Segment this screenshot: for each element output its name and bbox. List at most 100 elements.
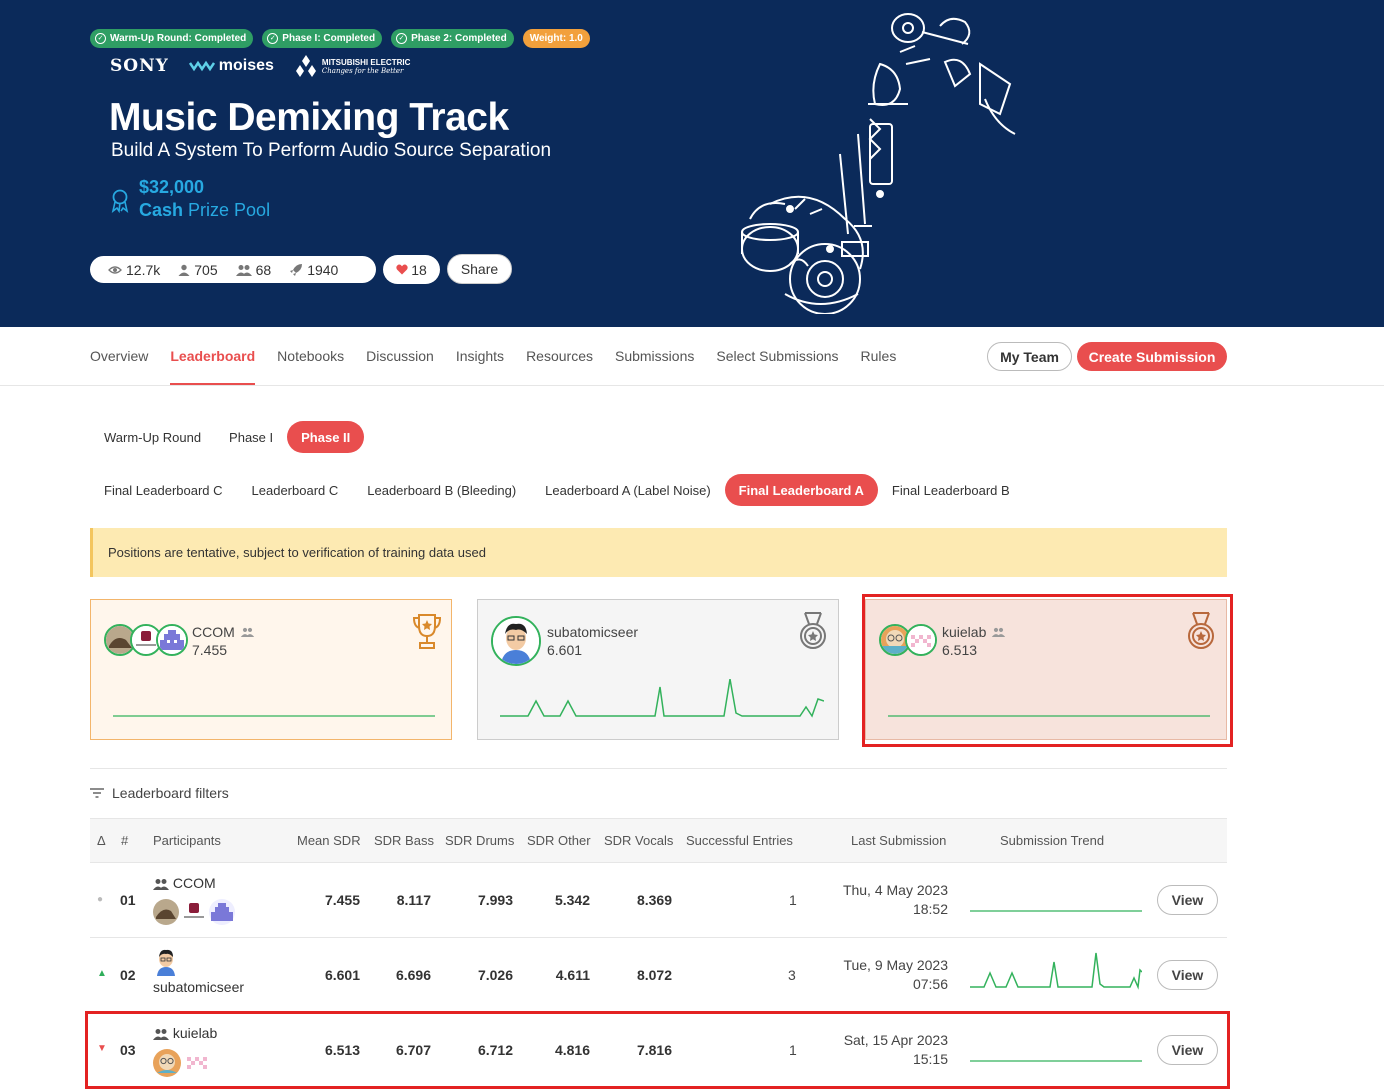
- avatar: [157, 949, 175, 976]
- rocket-icon: [290, 263, 303, 276]
- share-button[interactable]: Share: [447, 254, 512, 284]
- teams-stat: 68: [235, 262, 271, 278]
- participant-avatar: [153, 948, 179, 979]
- mitsubishi-diamonds-icon: [295, 55, 316, 77]
- rank-unchanged-icon: ●: [97, 894, 104, 905]
- sdr-drums: 7.026: [477, 967, 513, 983]
- challenge-hero: ✓ Warm-Up Round: Completed ✓ Phase I: Comp…: [0, 0, 1384, 327]
- table-row: ▲ 02 subatomicseer 6.601 6.696 7.026 4.6…: [90, 938, 1227, 1013]
- podium-card-first[interactable]: CCOM 7.455: [90, 599, 452, 740]
- podium-score: 7.455: [192, 642, 228, 658]
- successful-entries: 3: [788, 967, 796, 983]
- team-avatars: [104, 624, 188, 656]
- tab-resources[interactable]: Resources: [526, 327, 593, 385]
- avatar: [209, 899, 235, 925]
- rank: 01: [120, 892, 136, 908]
- ribbon-icon: [111, 189, 129, 213]
- rank: 02: [120, 967, 136, 983]
- tab-select-submissions[interactable]: Select Submissions: [716, 327, 838, 385]
- participants-stat: 705: [178, 262, 218, 278]
- board-b-bleeding[interactable]: Leaderboard B (Bleeding): [353, 474, 530, 506]
- last-submission: Thu, 4 May 2023 18:52: [842, 882, 948, 917]
- board-final-a[interactable]: Final Leaderboard A: [724, 474, 878, 506]
- team-avatars: [491, 616, 541, 666]
- sdr-bass: 8.117: [396, 892, 431, 908]
- sdr-bass: 6.696: [395, 967, 431, 983]
- eye-icon: [108, 265, 122, 274]
- prize-label: Cash Prize Pool: [139, 200, 271, 220]
- tab-rules[interactable]: Rules: [861, 327, 897, 385]
- create-submission-button[interactable]: Create Submission: [1077, 342, 1227, 371]
- tab-discussion[interactable]: Discussion: [366, 327, 434, 385]
- weight-badge: Weight: 1.0: [522, 29, 590, 48]
- highlight-box: [85, 1011, 1230, 1089]
- highlight-box: [862, 594, 1233, 747]
- submission-trend-chart: [970, 952, 1142, 990]
- mitsubishi-logo: MITSUBISHI ELECTRIC Changes for the Bett…: [294, 55, 410, 77]
- col-sdr-vocals[interactable]: SDR Vocals: [604, 833, 673, 848]
- round-warmup[interactable]: Warm-Up Round: [90, 421, 215, 453]
- heart-icon: [396, 264, 408, 275]
- mean-sdr: 6.601: [324, 967, 360, 983]
- tab-insights[interactable]: Insights: [456, 327, 504, 385]
- col-sdr-bass[interactable]: SDR Bass: [374, 833, 434, 848]
- challenge-stats: 12.7k 705 68 1940: [90, 256, 376, 283]
- medal-silver-icon: [800, 612, 826, 649]
- status-badge-warmup: ✓ Warm-Up Round: Completed: [90, 29, 254, 48]
- my-team-button[interactable]: My Team: [987, 342, 1072, 371]
- board-final-c[interactable]: Final Leaderboard C: [90, 474, 237, 506]
- round-phase1[interactable]: Phase I: [215, 421, 287, 453]
- avatar: [156, 624, 188, 656]
- sdr-other: 4.611: [555, 967, 590, 983]
- submission-trend-chart: [970, 910, 1142, 912]
- user-icon: [178, 264, 190, 276]
- leaderboard-table-header: Δ # Participants Mean SDR SDR Bass SDR D…: [90, 818, 1227, 863]
- avatar: [184, 903, 204, 918]
- trophy-gold-icon: [413, 614, 441, 649]
- view-button[interactable]: View: [1157, 885, 1218, 915]
- board-a-label-noise[interactable]: Leaderboard A (Label Noise): [531, 474, 725, 506]
- podium-score: 6.601: [547, 642, 583, 658]
- team-icon: [240, 627, 254, 637]
- col-sdr-other[interactable]: SDR Other: [527, 833, 591, 848]
- tab-overview[interactable]: Overview: [90, 327, 148, 385]
- view-button[interactable]: View: [1157, 960, 1218, 990]
- col-submission-trend: Submission Trend: [1000, 833, 1105, 848]
- col-last-submission: Last Submission: [851, 833, 947, 848]
- board-final-b[interactable]: Final Leaderboard B: [878, 474, 1024, 506]
- participant-name[interactable]: subatomicseer: [153, 979, 244, 995]
- round-selector: Warm-Up Round Phase I Phase II: [90, 421, 365, 453]
- sdr-vocals: 8.369: [636, 892, 672, 908]
- table-row: ● 01 CCOM 7.455 8.117 7.993 5.342 8.369 …: [90, 863, 1227, 938]
- leaderboard-filters-toggle[interactable]: Leaderboard filters: [90, 785, 229, 801]
- tab-notebooks[interactable]: Notebooks: [277, 327, 344, 385]
- like-button[interactable]: 18: [383, 255, 440, 284]
- last-submission: Tue, 9 May 2023 07:56: [843, 957, 948, 992]
- avatar: [153, 899, 179, 925]
- col-successful-entries[interactable]: Successful Entries: [686, 833, 793, 848]
- rank-up-icon: ▲: [97, 968, 107, 979]
- col-mean-sdr[interactable]: Mean SDR: [297, 833, 361, 848]
- tab-submissions[interactable]: Submissions: [615, 327, 694, 385]
- prize-amount: $32,000: [139, 177, 205, 197]
- board-c[interactable]: Leaderboard C: [238, 474, 353, 506]
- status-badges: ✓ Warm-Up Round: Completed ✓ Phase I: Comp…: [90, 29, 590, 48]
- col-rank: #: [121, 833, 129, 848]
- moises-wave-icon: [188, 60, 215, 72]
- successful-entries: 1: [789, 892, 797, 908]
- notice-banner: Positions are tentative, subject to veri…: [90, 528, 1227, 577]
- sdr-other: 5.342: [554, 892, 590, 908]
- nav-tabs: Overview Leaderboard Notebooks Discussio…: [90, 327, 896, 385]
- team-icon: [153, 879, 169, 891]
- col-sdr-drums[interactable]: SDR Drums: [445, 833, 514, 848]
- podium-name: CCOM: [192, 624, 255, 640]
- check-icon: ✓: [95, 33, 106, 44]
- col-participants: Participants: [153, 833, 221, 848]
- check-icon: ✓: [267, 33, 279, 44]
- leaderboard-selector: Final Leaderboard C Leaderboard C Leader…: [90, 474, 1024, 506]
- tab-leaderboard[interactable]: Leaderboard: [170, 327, 255, 385]
- round-phase2[interactable]: Phase II: [287, 421, 365, 453]
- participant-name[interactable]: CCOM: [153, 875, 216, 891]
- podium-card-second[interactable]: subatomicseer 6.601: [477, 599, 839, 740]
- divider: [90, 768, 1227, 769]
